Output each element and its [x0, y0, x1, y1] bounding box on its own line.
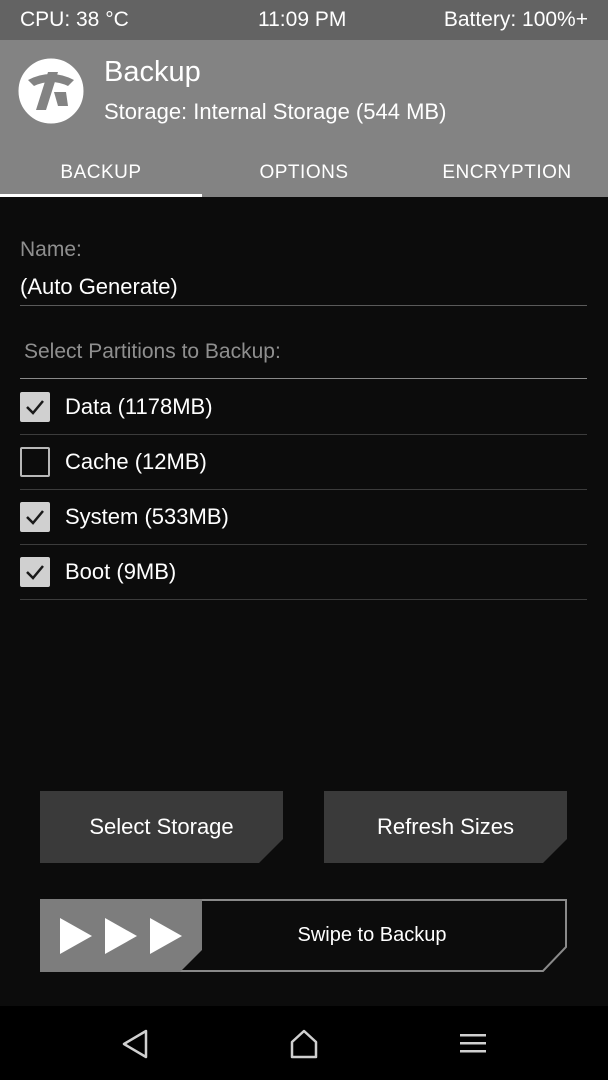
tab-options[interactable]: OPTIONS: [203, 158, 405, 197]
back-triangle-icon[interactable]: [119, 1028, 153, 1060]
name-label: Name:: [20, 238, 82, 261]
swipe-label: Swipe to Backup: [297, 924, 447, 946]
navigation-bar: [0, 1006, 608, 1080]
swipe-to-backup-slider[interactable]: Swipe to Backup: [40, 899, 568, 972]
partition-label: System (533MB): [65, 504, 229, 529]
partitions-label: Select Partitions to Backup:: [24, 340, 281, 363]
tab-encryption[interactable]: ENCRYPTION: [406, 158, 608, 197]
partition-row-data[interactable]: Data (1178MB): [20, 379, 587, 435]
partition-label: Data (1178MB): [65, 394, 213, 419]
menu-icon[interactable]: [456, 1028, 490, 1060]
partition-row-system[interactable]: System (533MB): [20, 489, 587, 545]
status-bar: CPU: 38 °C 11:09 PM Battery: 100%+: [0, 0, 608, 40]
partition-label: Cache (12MB): [65, 449, 207, 474]
twrp-logo-icon: [18, 58, 84, 124]
select-storage-button[interactable]: Select Storage: [40, 791, 283, 863]
cpu-temp: CPU: 38 °C: [20, 8, 129, 31]
checkbox-checked-icon[interactable]: [20, 557, 50, 587]
tab-bar: BACKUP OPTIONS ENCRYPTION: [0, 158, 608, 197]
clock: 11:09 PM: [258, 8, 347, 31]
checkbox-checked-icon[interactable]: [20, 502, 50, 532]
partition-row-boot[interactable]: Boot (9MB): [20, 544, 587, 600]
divider: [20, 305, 587, 306]
tab-backup[interactable]: BACKUP: [0, 158, 202, 197]
swipe-handle[interactable]: [40, 899, 202, 972]
storage-info: Storage: Internal Storage (544 MB): [104, 99, 447, 124]
partition-row-cache[interactable]: Cache (12MB): [20, 434, 587, 490]
triple-arrow-icon: [60, 916, 184, 956]
home-icon[interactable]: [287, 1028, 321, 1060]
refresh-sizes-button[interactable]: Refresh Sizes: [324, 791, 567, 863]
checkbox-unchecked-icon[interactable]: [20, 447, 50, 477]
battery-status: Battery: 100%+: [443, 8, 588, 31]
page-title: Backup: [104, 56, 201, 88]
checkbox-checked-icon[interactable]: [20, 392, 50, 422]
partition-label: Boot (9MB): [65, 559, 177, 584]
backup-name-field[interactable]: (Auto Generate): [20, 274, 178, 300]
header: Backup Storage: Internal Storage (544 MB…: [0, 40, 608, 197]
